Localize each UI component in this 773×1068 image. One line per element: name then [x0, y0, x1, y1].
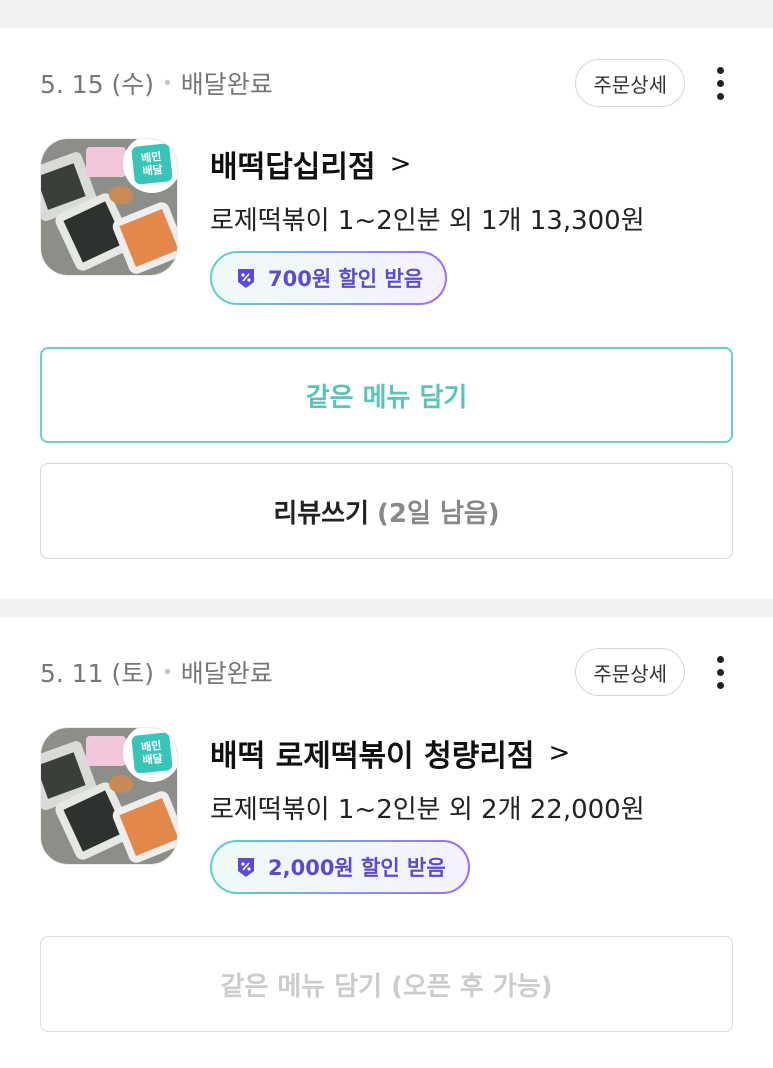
more-vertical-icon[interactable] [707, 652, 733, 692]
order-summary: 로제떡볶이 1~2인분 외 2개 22,000원 [210, 795, 645, 825]
order-card: 5. 15 (수) • 배달완료 주문상세 배민 배달 배떡답십리점 > 로제떡… [0, 28, 773, 599]
store-name-link[interactable]: 배떡 로제떡볶이 청량리점 > [210, 731, 645, 775]
section-divider [0, 0, 773, 28]
order-detail-button[interactable]: 주문상세 [575, 648, 685, 696]
separator-dot: • [162, 661, 173, 683]
reorder-button[interactable]: 같은 메뉴 담기 [40, 347, 733, 443]
coupon-text: 700원 할인 받음 [268, 267, 424, 291]
order-status: 배달완료 [180, 70, 273, 99]
coupon-badge: 700원 할인 받음 [210, 251, 447, 305]
order-status: 배달완료 [180, 659, 273, 688]
order-date: 5. 11 (토) [40, 659, 155, 688]
baemin-delivery-badge: 배민 배달 [123, 139, 177, 193]
store-thumbnail[interactable]: 배민 배달 [40, 727, 178, 865]
reorder-button-disabled: 같은 메뉴 담기 (오픈 후 가능) [40, 936, 733, 1032]
store-name: 배떡 로제떡볶이 청량리점 [210, 739, 535, 774]
order-card: 5. 11 (토) • 배달완료 주문상세 배민 배달 배떡 로제떡볶이 청량리… [0, 617, 773, 1068]
order-meta: 5. 15 (수) • 배달완료 [40, 65, 273, 101]
store-name: 배떡답십리점 [210, 150, 376, 185]
baemin-delivery-badge: 배민 배달 [123, 728, 177, 782]
coupon-icon [238, 269, 254, 288]
section-divider [0, 599, 773, 617]
order-header: 5. 15 (수) • 배달완료 주문상세 [40, 28, 733, 138]
review-remaining: (2일 남음) [377, 498, 500, 529]
order-summary: 로제떡볶이 1~2인분 외 1개 13,300원 [210, 206, 645, 236]
order-detail-button[interactable]: 주문상세 [575, 59, 685, 107]
review-label: 리뷰쓰기 [273, 498, 369, 529]
order-date: 5. 15 (수) [40, 70, 155, 99]
more-vertical-icon[interactable] [707, 63, 733, 103]
separator-dot: • [162, 72, 173, 94]
store-thumbnail[interactable]: 배민 배달 [40, 138, 178, 276]
chevron-right-icon: > [548, 738, 571, 768]
coupon-badge: 2,000원 할인 받음 [210, 840, 470, 894]
chevron-right-icon: > [389, 149, 412, 179]
order-meta: 5. 11 (토) • 배달완료 [40, 654, 273, 690]
coupon-text: 2,000원 할인 받음 [268, 856, 446, 880]
order-header: 5. 11 (토) • 배달완료 주문상세 [40, 617, 733, 727]
write-review-button[interactable]: 리뷰쓰기 (2일 남음) [40, 463, 733, 559]
store-name-link[interactable]: 배떡답십리점 > [210, 142, 645, 186]
coupon-icon [238, 858, 254, 877]
